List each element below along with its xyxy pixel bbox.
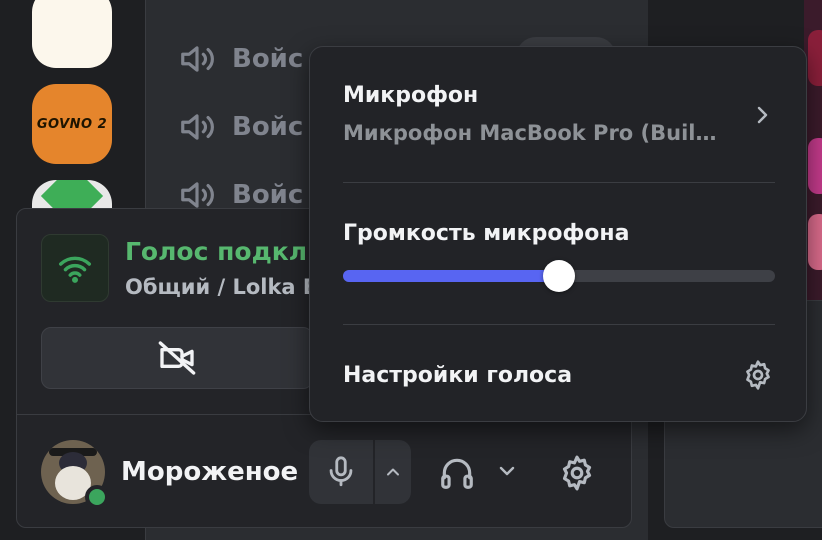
- voice-channel-label: Войс: [232, 44, 304, 74]
- server-blank[interactable]: [32, 0, 112, 68]
- voice-connection-indicator[interactable]: [41, 234, 109, 302]
- member-avatar[interactable]: [808, 138, 822, 194]
- voice-options-popup: Микрофон Микрофон MacBook Pro (Built-...…: [309, 46, 807, 422]
- voice-channel[interactable]: Войс: [178, 108, 303, 146]
- voice-channel[interactable]: Войс: [178, 40, 303, 78]
- slider-thumb[interactable]: [543, 260, 575, 292]
- chevron-right-icon[interactable]: [750, 103, 774, 127]
- speaker-icon: [181, 114, 214, 140]
- popup-divider: [343, 182, 775, 183]
- gear-icon: [562, 455, 592, 491]
- headphones-icon: [441, 458, 473, 489]
- slider-fill: [343, 270, 559, 282]
- deafen-button[interactable]: [429, 445, 485, 501]
- mic-device[interactable]: Микрофон MacBook Pro (Built-...: [343, 121, 723, 145]
- camera-off-icon: [158, 341, 196, 375]
- microphone-icon: [329, 456, 353, 487]
- server-govno-label: GOVNO 2: [36, 116, 108, 132]
- popup-divider: [343, 324, 775, 325]
- mic-volume-slider[interactable]: [343, 260, 775, 292]
- member-avatar[interactable]: [808, 30, 822, 86]
- gear-icon[interactable]: [742, 359, 774, 391]
- voice-settings-link[interactable]: Настройки голоса: [343, 363, 572, 388]
- speaker-icon: [181, 46, 214, 72]
- voice-location[interactable]: Общий / Lolka E: [125, 275, 317, 299]
- chevron-up-icon: [387, 468, 399, 476]
- voice-channel-label: Войс: [232, 112, 304, 142]
- user-settings-button[interactable]: [549, 445, 605, 501]
- mute-button[interactable]: [309, 440, 373, 504]
- mic-button-group: [309, 440, 411, 504]
- server-govno[interactable]: GOVNO 2: [32, 84, 112, 164]
- camera-toggle-button[interactable]: [41, 327, 313, 389]
- volume-label: Громкость микрофона: [343, 221, 630, 246]
- username[interactable]: Мороженое: [121, 457, 298, 487]
- mic-label[interactable]: Микрофон: [343, 83, 478, 108]
- chevron-down-icon[interactable]: [495, 459, 519, 483]
- online-status-dot: [85, 485, 109, 509]
- member-avatar[interactable]: [808, 214, 822, 270]
- mic-options-button[interactable]: [375, 440, 411, 504]
- voice-channel-label: Войс: [232, 180, 304, 210]
- wifi-icon: [59, 256, 91, 283]
